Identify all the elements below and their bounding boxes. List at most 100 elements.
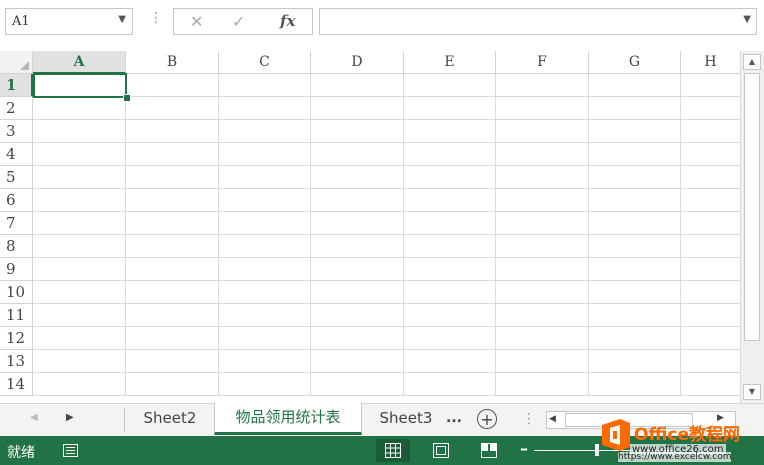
cell-h14[interactable] [681, 373, 740, 396]
cell-b13[interactable] [126, 350, 219, 373]
more-sheets-button[interactable]: ... [446, 410, 462, 426]
cell-d10[interactable] [311, 281, 404, 304]
row-header-6[interactable]: 6 [0, 189, 33, 212]
cell-g2[interactable] [589, 97, 681, 120]
column-header-e[interactable]: E [404, 51, 496, 74]
cell-b5[interactable] [126, 166, 219, 189]
cell-b9[interactable] [126, 258, 219, 281]
vertical-scroll-thumb[interactable] [744, 73, 760, 341]
cell-c1[interactable] [219, 74, 311, 97]
cell-g13[interactable] [589, 350, 681, 373]
cell-e4[interactable] [404, 143, 496, 166]
cell-a14[interactable] [33, 373, 126, 396]
name-box[interactable]: A1 ▼ [5, 8, 133, 35]
column-header-g[interactable]: G [589, 51, 681, 74]
cell-b7[interactable] [126, 212, 219, 235]
cell-f11[interactable] [496, 304, 589, 327]
cell-c10[interactable] [219, 281, 311, 304]
insert-function-button[interactable]: fx [280, 12, 295, 30]
cell-c4[interactable] [219, 143, 311, 166]
cell-a4[interactable] [33, 143, 126, 166]
cell-c2[interactable] [219, 97, 311, 120]
row-header-7[interactable]: 7 [0, 212, 33, 235]
cell-b2[interactable] [126, 97, 219, 120]
cell-e9[interactable] [404, 258, 496, 281]
cell-h6[interactable] [681, 189, 740, 212]
cell-e3[interactable] [404, 120, 496, 143]
cell-c9[interactable] [219, 258, 311, 281]
cell-d6[interactable] [311, 189, 404, 212]
add-sheet-button[interactable]: + [477, 409, 497, 429]
cell-h10[interactable] [681, 281, 740, 304]
row-header-14[interactable]: 14 [0, 373, 33, 396]
cell-a12[interactable] [33, 327, 126, 350]
row-header-8[interactable]: 8 [0, 235, 33, 258]
cell-c8[interactable] [219, 235, 311, 258]
cell-f13[interactable] [496, 350, 589, 373]
cell-e5[interactable] [404, 166, 496, 189]
cell-h5[interactable] [681, 166, 740, 189]
cell-b4[interactable] [126, 143, 219, 166]
cell-c12[interactable] [219, 327, 311, 350]
cell-a3[interactable] [33, 120, 126, 143]
macro-record-icon[interactable] [63, 444, 78, 457]
cell-b12[interactable] [126, 327, 219, 350]
column-header-a[interactable]: A [33, 51, 126, 74]
normal-view-button[interactable] [376, 439, 410, 462]
cell-f8[interactable] [496, 235, 589, 258]
cell-c5[interactable] [219, 166, 311, 189]
cell-g11[interactable] [589, 304, 681, 327]
zoom-out-button[interactable]: – [520, 439, 528, 458]
cell-a6[interactable] [33, 189, 126, 212]
scroll-up-icon[interactable]: ▲ [743, 54, 761, 70]
cell-c11[interactable] [219, 304, 311, 327]
enter-button[interactable]: ✓ [232, 12, 245, 31]
scroll-left-icon[interactable]: ◀ [549, 414, 556, 424]
cell-e14[interactable] [404, 373, 496, 396]
cell-b8[interactable] [126, 235, 219, 258]
cell-f6[interactable] [496, 189, 589, 212]
scroll-down-icon[interactable]: ▼ [743, 384, 761, 400]
sheet-tab-sheet2[interactable]: Sheet2 [128, 404, 212, 434]
cell-d12[interactable] [311, 327, 404, 350]
cell-f4[interactable] [496, 143, 589, 166]
cell-h7[interactable] [681, 212, 740, 235]
column-header-c[interactable]: C [219, 51, 311, 74]
cell-d11[interactable] [311, 304, 404, 327]
row-header-1[interactable]: 1 [0, 74, 33, 97]
page-layout-button[interactable] [424, 439, 458, 462]
cell-g3[interactable] [589, 120, 681, 143]
cell-c3[interactable] [219, 120, 311, 143]
prev-sheet-icon[interactable]: ◀ [30, 412, 38, 423]
column-header-h[interactable]: H [681, 51, 740, 74]
cell-h13[interactable] [681, 350, 740, 373]
cell-a7[interactable] [33, 212, 126, 235]
cell-h11[interactable] [681, 304, 740, 327]
cell-e7[interactable] [404, 212, 496, 235]
cell-f3[interactable] [496, 120, 589, 143]
cell-f14[interactable] [496, 373, 589, 396]
cell-a10[interactable] [33, 281, 126, 304]
cell-g8[interactable] [589, 235, 681, 258]
cell-c7[interactable] [219, 212, 311, 235]
cell-a5[interactable] [33, 166, 126, 189]
cell-a9[interactable] [33, 258, 126, 281]
cell-b6[interactable] [126, 189, 219, 212]
chevron-down-icon[interactable]: ▼ [743, 14, 751, 25]
cell-d8[interactable] [311, 235, 404, 258]
cell-d13[interactable] [311, 350, 404, 373]
cell-g7[interactable] [589, 212, 681, 235]
cell-g14[interactable] [589, 373, 681, 396]
cell-e2[interactable] [404, 97, 496, 120]
row-header-9[interactable]: 9 [0, 258, 33, 281]
vertical-scrollbar[interactable]: ▲ ▼ [740, 51, 764, 403]
cell-d3[interactable] [311, 120, 404, 143]
cell-d9[interactable] [311, 258, 404, 281]
cell-e1[interactable] [404, 74, 496, 97]
cell-d2[interactable] [311, 97, 404, 120]
cell-e11[interactable] [404, 304, 496, 327]
cell-d1[interactable] [311, 74, 404, 97]
cell-f7[interactable] [496, 212, 589, 235]
row-header-12[interactable]: 12 [0, 327, 33, 350]
cell-d14[interactable] [311, 373, 404, 396]
